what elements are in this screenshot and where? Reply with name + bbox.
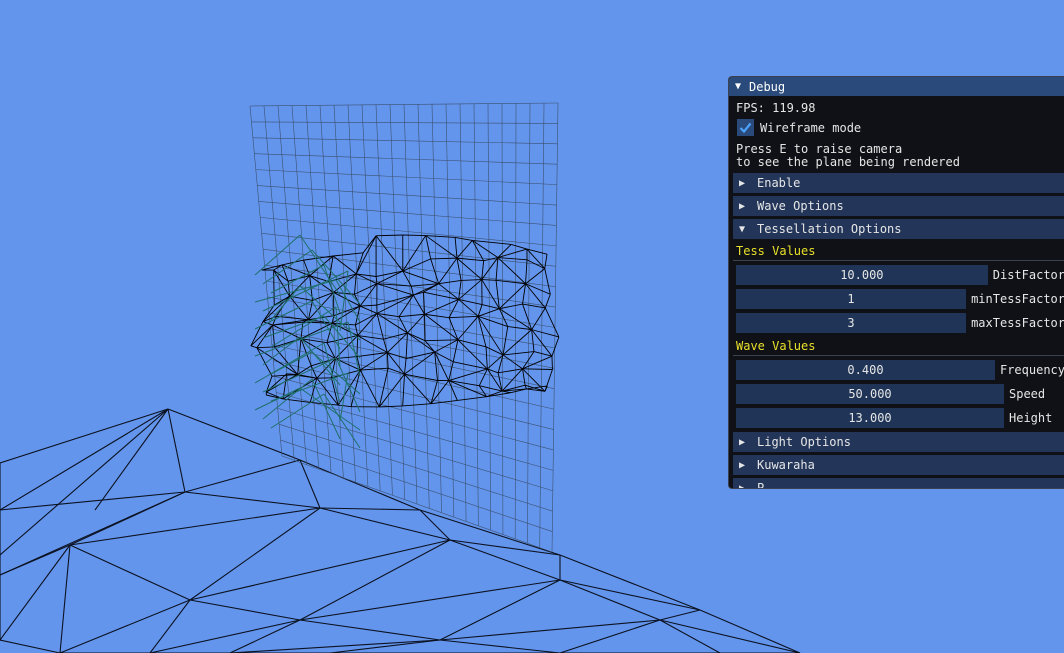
speed-label: Speed [1009,387,1046,401]
expand-arrow-icon: ▶ [739,436,746,448]
slider-row-frequency: 0.400 Frequency [736,360,1064,380]
header-kuwahara[interactable]: ▶ Kuwaraha [733,455,1064,475]
collapse-arrow-icon: ▼ [739,223,746,235]
height-slider[interactable]: 13.000 [736,408,1004,428]
frequency-label: Frequency [999,363,1064,377]
header-partial-label: P... [757,481,786,489]
wave-values-title: Wave Values [736,339,816,353]
wireframe-toggle[interactable]: Wireframe mode [729,118,1064,137]
header-light-options[interactable]: ▶ Light Options [733,432,1064,452]
collapse-arrow-icon[interactable]: ▼ [735,81,749,92]
hint-line-2: to see the plane being rendered [736,155,960,169]
debug-title-bar[interactable]: ▼ Debug [729,77,1064,96]
maxtessfactor-label: maxTessFactor [971,316,1064,330]
header-light-options-label: Light Options [757,435,851,449]
slider-row-maxtessfactor: 3 maxTessFactor [736,313,1064,333]
header-kuwahara-label: Kuwaraha [757,458,815,472]
checkmark-icon [739,122,752,134]
header-wave-options[interactable]: ▶ Wave Options [733,196,1064,216]
header-wave-options-label: Wave Options [757,199,844,213]
height-label: Height [1009,411,1053,425]
wireframe-checkbox[interactable] [737,119,754,136]
mintessfactor-label: minTessFactor [971,292,1064,306]
header-partial[interactable]: ▶ P... [733,478,1064,489]
mintessfactor-slider[interactable]: 1 [736,289,967,309]
expand-arrow-icon: ▶ [739,459,746,471]
divider [733,355,1064,356]
header-enable[interactable]: ▶ Enable [733,173,1064,193]
tess-values-title: Tess Values [736,244,816,258]
divider [733,260,1064,261]
frequency-slider[interactable]: 0.400 [736,360,995,380]
wireframe-label: Wireframe mode [760,120,862,135]
debug-title: Debug [749,79,786,94]
header-enable-label: Enable [757,176,801,190]
speed-slider[interactable]: 50.000 [736,384,1004,404]
expand-arrow-icon: ▶ [739,482,746,489]
slider-row-speed: 50.000 Speed [736,384,1064,404]
floor-wireframe [0,408,801,653]
expand-arrow-icon: ▶ [739,200,746,212]
distfactor-label: DistFactor [992,268,1064,282]
header-tessellation-options-label: Tessellation Options [757,222,902,236]
debug-panel: ▼ Debug FPS: 119.98 Wireframe mode Press… [728,76,1064,489]
teal-wireframe-strands [254,234,361,449]
expand-arrow-icon: ▶ [739,177,746,189]
slider-row-height: 13.000 Height [736,408,1064,428]
slider-row-distfactor: 10.000 DistFactor [736,265,1064,285]
maxtessfactor-slider[interactable]: 3 [736,313,967,333]
header-tessellation-options[interactable]: ▼ Tessellation Options [733,219,1064,239]
slider-row-mintessfactor: 1 minTessFactor [736,289,1064,309]
distfactor-slider[interactable]: 10.000 [736,265,988,285]
fps-readout: FPS: 119.98 [736,101,816,115]
